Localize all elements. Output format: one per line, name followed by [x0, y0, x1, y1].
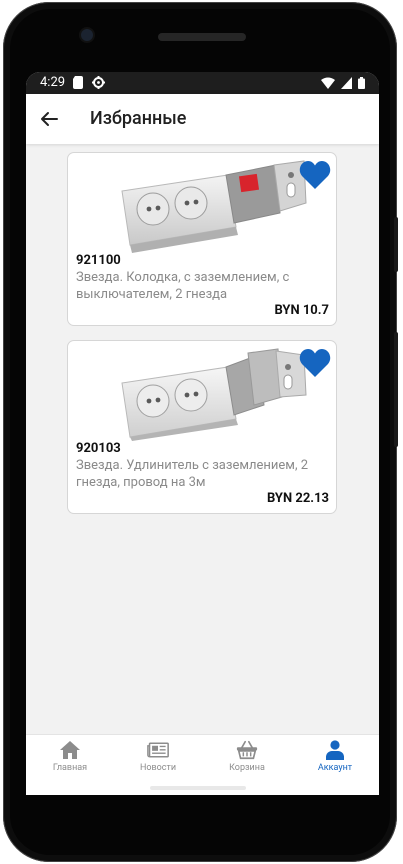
account-icon [326, 740, 344, 760]
product-code: 920103 [76, 441, 121, 456]
product-price: BYN 10.7 [274, 303, 329, 318]
earpiece-speaker [158, 33, 246, 41]
app-screen: 4:29 Избранные 921100 Звезда. Колодка, с… [26, 72, 379, 795]
status-bar: 4:29 [26, 72, 379, 94]
nav-home[interactable]: Главная [26, 735, 114, 781]
page-title: Избранные [90, 108, 187, 129]
product-description: Звезда. Удлинитель с заземлением, 2 гнез… [76, 458, 309, 490]
back-arrow-icon[interactable] [36, 106, 62, 132]
nav-news[interactable]: Новости [114, 735, 202, 781]
nav-label: Новости [139, 763, 177, 773]
power-button [394, 217, 398, 272]
favorite-heart-icon[interactable] [298, 347, 332, 379]
volume-button [394, 332, 398, 447]
phone-frame: 4:29 Избранные 921100 Звезда. Колодка, с… [3, 2, 398, 862]
product-card[interactable]: 920103 Звезда. Удлинитель с заземлением,… [67, 340, 337, 514]
product-description: Звезда. Колодка, с заземлением, с выключ… [76, 270, 290, 302]
settings-gear-icon [92, 76, 105, 89]
news-icon [147, 742, 169, 758]
bottom-navigation: Главная Новости Корзина Аккаунт [26, 734, 379, 781]
nav-cart[interactable]: Корзина [203, 735, 291, 781]
status-time: 4:29 [40, 75, 66, 90]
basket-icon [236, 740, 258, 760]
nav-label: Аккаунт [317, 763, 353, 773]
nav-label: Главная [52, 763, 88, 773]
sim-card-icon [73, 76, 83, 89]
nav-label: Корзина [229, 763, 265, 773]
home-icon [60, 741, 80, 759]
battery-icon [358, 77, 365, 89]
app-bar: Избранные [26, 94, 379, 144]
product-price: BYN 22.13 [266, 491, 329, 506]
nav-account[interactable]: Аккаунт [291, 735, 379, 781]
front-camera [81, 29, 93, 41]
product-code: 921100 [76, 253, 121, 268]
favorite-heart-icon[interactable] [298, 159, 332, 191]
home-gesture-bar[interactable] [150, 786, 246, 790]
signal-icon [341, 77, 352, 89]
extension-cord-image [121, 348, 307, 441]
power-strip-with-switch-image [121, 160, 307, 253]
product-card[interactable]: 921100 Звезда. Колодка, с заземлением, с… [67, 152, 337, 326]
wifi-icon [321, 77, 335, 89]
